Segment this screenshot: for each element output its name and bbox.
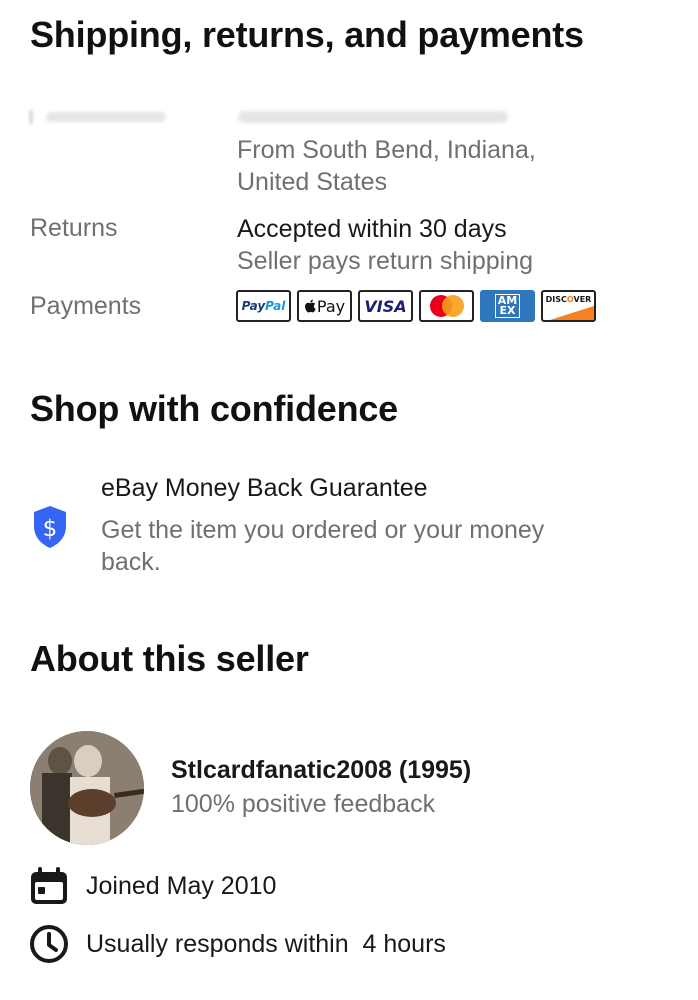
payments-label: Payments [30,292,142,320]
amex-logo: AM EX [480,290,535,322]
apple-pay-logo: Pay [297,290,352,322]
faded-shipping-date [238,103,518,127]
seller-feedback: 100% positive feedback [171,790,436,818]
shield-dollar-icon: $ [34,506,66,548]
paypal-logo: Pay Pal [236,290,291,322]
joined-row: Joined May 2010 [29,866,276,906]
seller-name[interactable]: Stlcardfanatic2008 (1995) [171,756,471,785]
clock-icon [30,925,68,963]
joined-text: Joined May 2010 [86,871,277,900]
guarantee-text: Get the item you ordered or your money b… [101,516,545,576]
calendar-icon [31,867,67,904]
visa-logo: VISA [358,290,413,322]
svg-text:$: $ [43,516,58,542]
section-title-shipping: Shipping, returns, and payments [30,14,584,55]
origin-line-2: United States [237,168,388,196]
returns-value: Accepted within 30 days Seller pays retu… [237,213,533,277]
response-text: Usually responds within 4 hours [86,929,446,958]
returns-label: Returns [30,214,118,242]
response-row: Usually responds within 4 hours [29,924,446,964]
section-title-seller: About this seller [30,638,309,679]
seller-avatar[interactable] [30,731,144,845]
section-title-confidence: Shop with confidence [30,388,399,429]
faded-shipping-label [30,103,180,127]
guarantee-title[interactable]: eBay Money Back Guarantee [101,474,428,503]
payment-methods: Pay Pal Pay VISA AM EX DISCOVER [236,290,596,322]
discover-logo: DISCOVER [541,290,596,322]
returns-secondary: Seller pays return shipping [237,247,533,275]
origin-line-1: From South Bend, Indiana, [237,136,536,164]
shipping-origin: From South Bend, Indiana, United States [237,134,536,198]
returns-primary: Accepted within 30 days [237,215,507,243]
mastercard-logo [419,290,474,322]
